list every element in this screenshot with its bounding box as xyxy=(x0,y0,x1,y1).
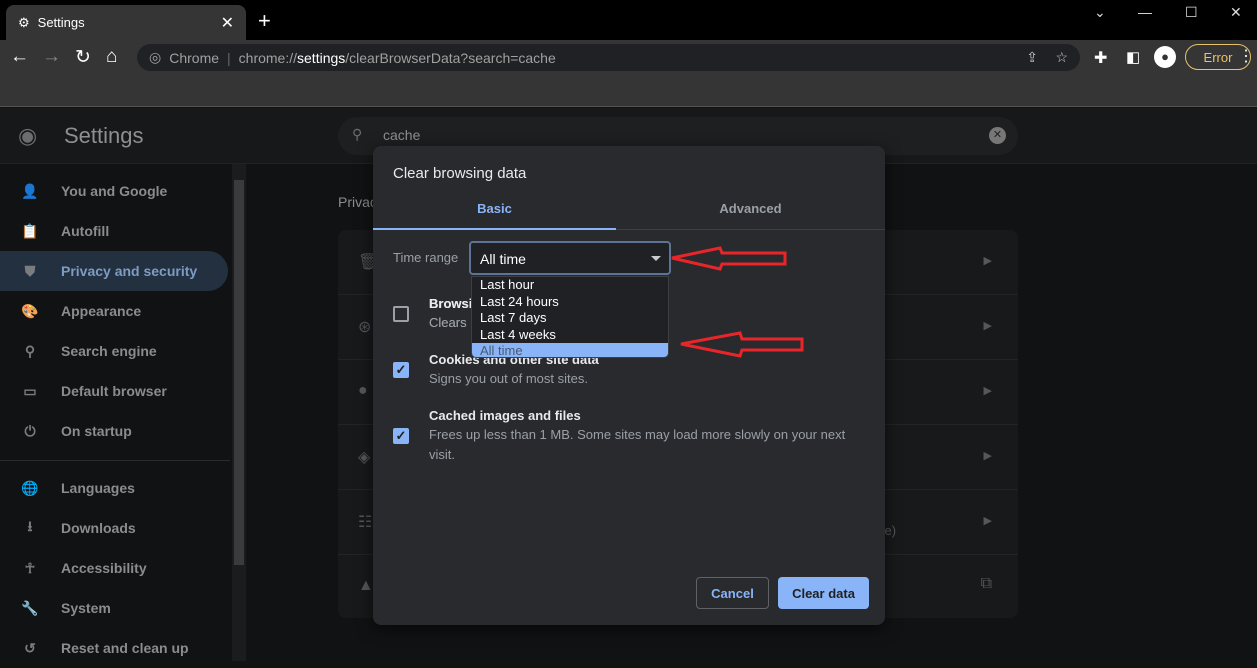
option-last-24-hours[interactable]: Last 24 hours xyxy=(472,294,668,311)
red-arrow-annotation xyxy=(671,246,787,271)
option-all-time[interactable]: All time xyxy=(472,343,668,357)
red-arrow-annotation xyxy=(680,331,804,358)
time-range-dropdown-menu: Last hour Last 24 hours Last 7 days Last… xyxy=(471,276,669,358)
option-last-hour[interactable]: Last hour xyxy=(472,277,668,294)
option-last-4-weeks[interactable]: Last 4 weeks xyxy=(472,327,668,344)
option-last-7-days[interactable]: Last 7 days xyxy=(472,310,668,327)
